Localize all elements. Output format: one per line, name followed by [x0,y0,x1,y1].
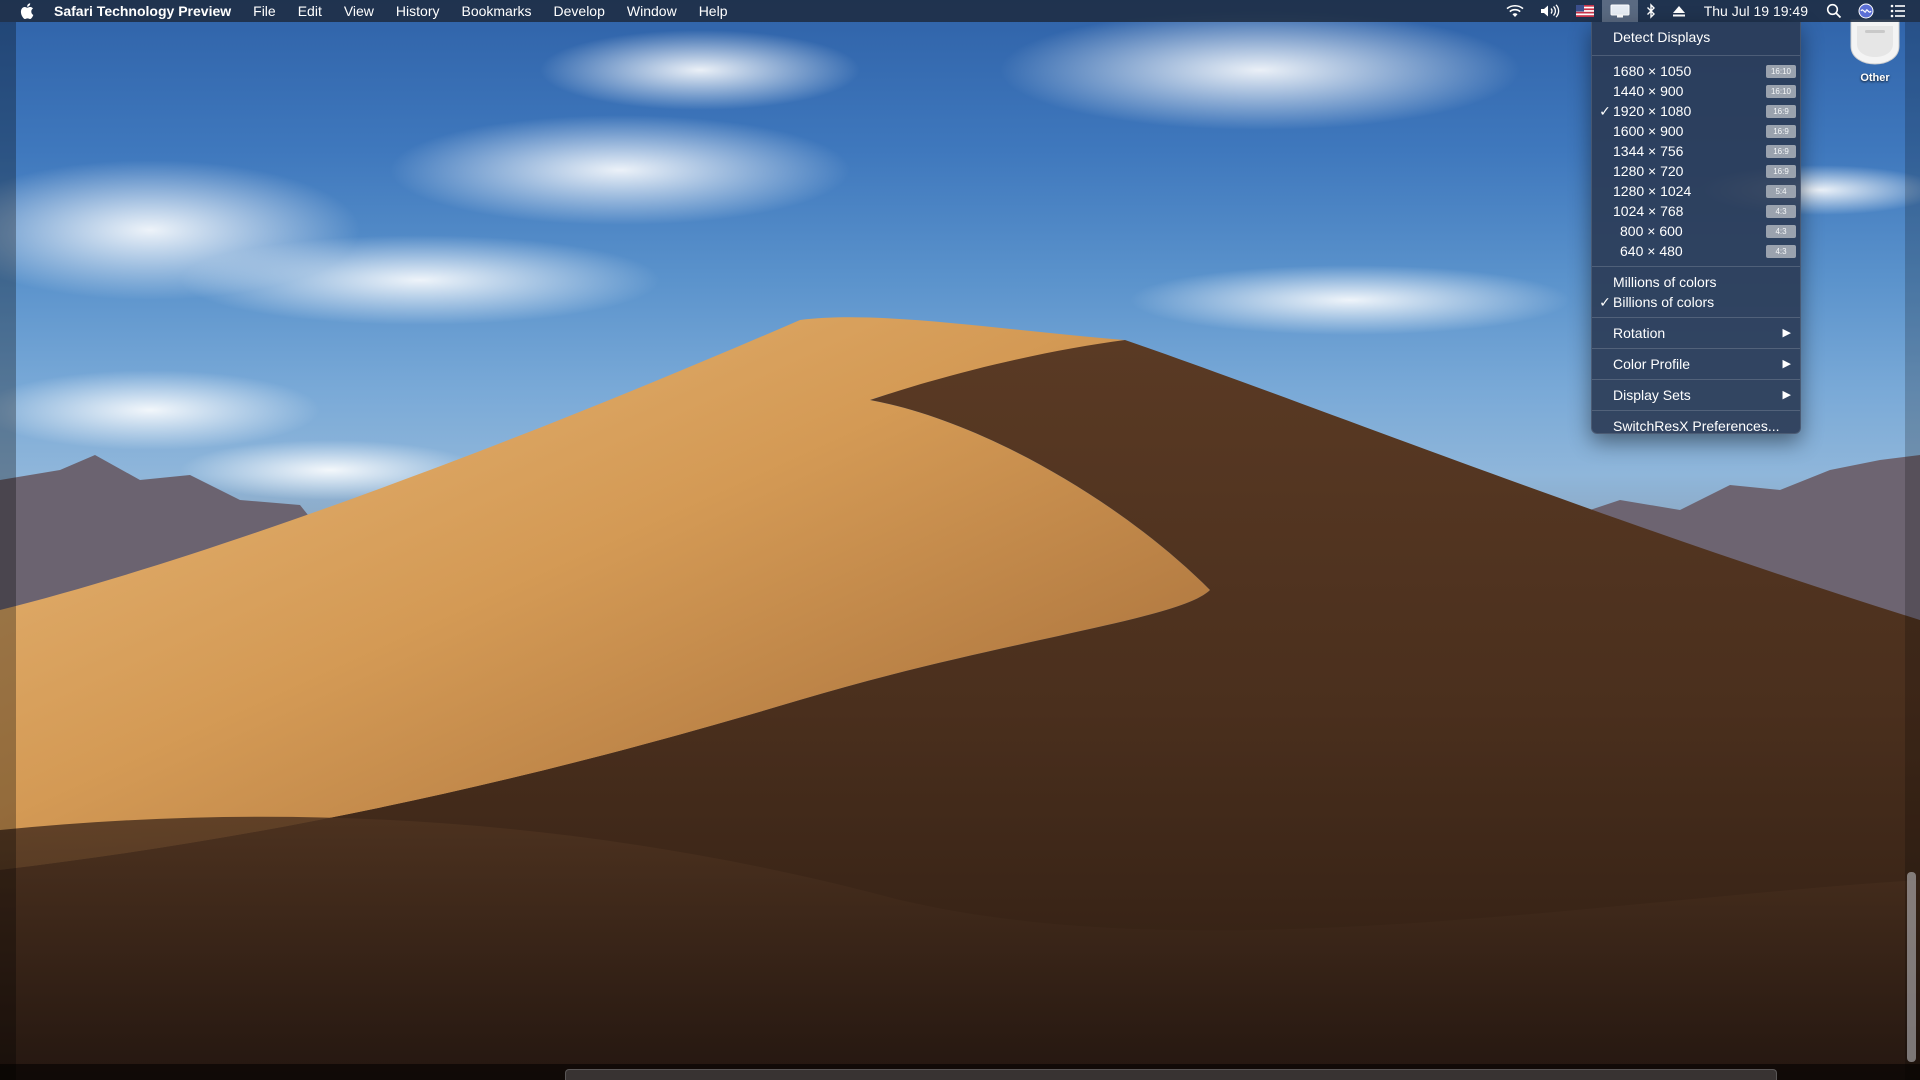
resolution-list: 1680 × 1050 16:10 1440 × 900 16:10 ✓ 1920 × 1… [1592,61,1800,261]
siri-icon[interactable] [1850,0,1882,22]
aspect-ratio-badge: 4:3 [1766,225,1796,238]
vertical-scrollbar[interactable] [1907,872,1916,1062]
aspect-ratio-badge: 16:9 [1766,125,1796,138]
color-depth-item[interactable]: ✓ Billions of colors [1592,292,1800,312]
us-flag-icon[interactable] [1568,0,1602,22]
menu-bar: Safari Technology Preview File Edit View… [0,0,1920,22]
resolution-item[interactable]: 1344 × 756 16:9 [1592,141,1800,161]
detect-displays-label: Detect Displays [1613,29,1711,45]
checkmark-icon: ✓ [1599,103,1611,119]
resolution-label: 640 × 480 [1620,243,1683,259]
menu-separator [1592,266,1800,267]
menu-separator [1592,410,1800,411]
resolution-label: 1600 × 900 [1613,123,1684,139]
resolution-item[interactable]: 1440 × 900 16:10 [1592,81,1800,101]
aspect-ratio-badge: 16:10 [1766,65,1796,78]
resolution-item[interactable]: 640 × 480 4:3 [1592,241,1800,261]
preferences-label: SwitchResX Preferences... [1613,418,1780,434]
menubar-clock[interactable]: Thu Jul 19 19:49 [1694,0,1818,22]
wifi-icon[interactable] [1498,0,1532,22]
resolution-item[interactable]: 800 × 600 4:3 [1592,221,1800,241]
aspect-ratio-badge: 16:10 [1766,85,1796,98]
color-profile-label: Color Profile [1613,356,1691,372]
apple-logo-icon[interactable] [18,0,36,22]
color-depth-item[interactable]: Millions of colors [1592,272,1800,292]
bluetooth-icon[interactable] [1638,0,1664,22]
color-depth-label: Billions of colors [1613,294,1715,310]
resolution-label: 1280 × 1024 [1613,183,1692,199]
resolution-item[interactable]: 1024 × 768 4:3 [1592,201,1800,221]
window-frame-left [0,22,16,1080]
color-depth-list: Millions of colors ✓ Billions of colors [1592,272,1800,312]
resolution-label: 1280 × 720 [1613,163,1684,179]
resolution-label: 1024 × 768 [1613,203,1684,219]
resolution-label: 1440 × 900 [1613,83,1684,99]
submenu-arrow-icon: ▶ [1782,358,1791,370]
resolution-label: 1344 × 756 [1613,143,1684,159]
menu-view[interactable]: View [333,0,385,22]
menu-bookmarks[interactable]: Bookmarks [450,0,542,22]
menu-edit[interactable]: Edit [287,0,333,22]
menu-app-name[interactable]: Safari Technology Preview [54,0,242,22]
checkmark-icon: ✓ [1599,294,1611,310]
resolution-item[interactable]: 1280 × 1024 5:4 [1592,181,1800,201]
drive-label: Other [1860,72,1890,84]
external-drive-icon [1850,19,1900,65]
menu-item-color-profile[interactable]: Color Profile ▶ [1592,354,1800,374]
resolution-label: 800 × 600 [1620,223,1683,239]
submenu-arrow-icon: ▶ [1782,327,1791,339]
resolution-label: 1920 × 1080 [1613,103,1692,119]
menu-separator [1592,55,1800,56]
color-depth-label: Millions of colors [1613,274,1717,290]
display-sets-label: Display Sets [1613,387,1691,403]
eject-icon[interactable] [1664,0,1694,22]
dock[interactable] [565,1069,1777,1080]
aspect-ratio-badge: 16:9 [1766,145,1796,158]
switchresx-display-menu: Detect Displays 1680 × 1050 16:10 1440 × 9… [1591,22,1801,434]
menu-separator [1592,317,1800,318]
menu-separator [1592,379,1800,380]
menu-separator [1592,348,1800,349]
volume-icon[interactable] [1532,0,1568,22]
aspect-ratio-badge: 4:3 [1766,205,1796,218]
resolution-item[interactable]: 1680 × 1050 16:10 [1592,61,1800,81]
menu-develop[interactable]: Develop [543,0,616,22]
aspect-ratio-badge: 16:9 [1766,165,1796,178]
aspect-ratio-badge: 5:4 [1766,185,1796,198]
notification-center-icon[interactable] [1882,0,1920,22]
menu-item-display-sets[interactable]: Display Sets ▶ [1592,385,1800,405]
aspect-ratio-badge: 4:3 [1766,245,1796,258]
rotation-label: Rotation [1613,325,1666,341]
resolution-item[interactable]: 1600 × 900 16:9 [1592,121,1800,141]
desktop-drive-other[interactable]: Other [1832,16,1918,96]
display-icon[interactable] [1601,0,1638,22]
menu-item-preferences[interactable]: SwitchResX Preferences... [1592,416,1800,436]
menu-item-rotation[interactable]: Rotation ▶ [1592,323,1800,343]
menu-window[interactable]: Window [616,0,688,22]
menu-history[interactable]: History [385,0,451,22]
submenu-arrow-icon: ▶ [1782,389,1791,401]
menu-file[interactable]: File [242,0,287,22]
aspect-ratio-badge: 16:9 [1766,105,1796,118]
menu-help[interactable]: Help [688,0,739,22]
resolution-item[interactable]: ✓ 1920 × 1080 16:9 [1592,101,1800,121]
spotlight-icon[interactable] [1818,0,1850,22]
resolution-item[interactable]: 1280 × 720 16:9 [1592,161,1800,181]
resolution-label: 1680 × 1050 [1613,63,1692,79]
menu-item-detect-displays[interactable]: Detect Displays [1592,25,1800,50]
